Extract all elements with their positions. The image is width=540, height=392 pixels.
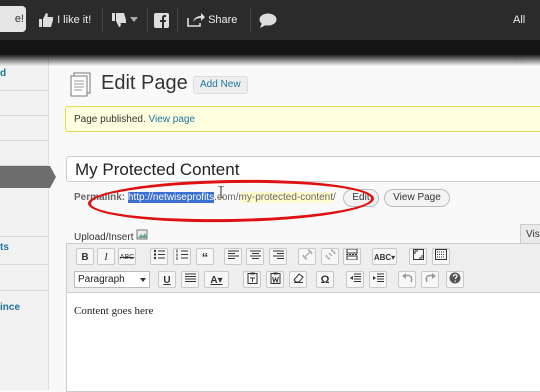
format-select[interactable]: Paragraph [74, 271, 150, 288]
text-color-button[interactable]: A▾ [204, 271, 229, 288]
align-right-button[interactable] [269, 248, 287, 265]
special-character-button[interactable]: Ω [316, 271, 334, 288]
share-label: Share [208, 14, 238, 26]
spellcheck-button[interactable]: ABC▾ [372, 248, 397, 265]
underline-button[interactable]: U [158, 271, 176, 288]
align-center-icon [249, 250, 261, 259]
bar-divider [250, 8, 251, 32]
post-title-input[interactable]: My Protected Content [66, 156, 540, 182]
kitchen-sink-icon [435, 249, 447, 260]
page-title: Edit Page [101, 72, 188, 94]
align-right-icon [272, 250, 284, 259]
social-share-bar: e! I like it! Share All Int [0, 0, 540, 66]
format-select-value: Paragraph [78, 274, 125, 285]
top-shadow-band [0, 40, 540, 66]
align-center-button[interactable] [246, 248, 264, 265]
unlink-icon [324, 249, 336, 260]
add-media-icon[interactable] [136, 229, 149, 240]
bar-divider [177, 8, 178, 32]
unlink-button[interactable] [321, 248, 339, 265]
facebook-button[interactable] [154, 0, 169, 40]
numbered-list-button[interactable] [173, 248, 191, 265]
sidebar-divider [0, 115, 48, 116]
redo-button[interactable] [421, 271, 439, 288]
sidebar-item-pages-active[interactable] [0, 166, 50, 188]
sidebar-divider [0, 140, 48, 141]
speech-bubble-icon [259, 13, 277, 28]
facebook-icon [154, 12, 169, 28]
strikethrough-button[interactable]: ABC [118, 248, 136, 265]
comment-button[interactable] [259, 0, 277, 40]
pages-icon [70, 72, 91, 97]
sidebar-item-posts[interactable]: ts [0, 242, 48, 253]
redo-icon [425, 273, 436, 283]
clear-formatting-button[interactable] [289, 271, 307, 288]
bullet-list-button[interactable] [150, 248, 168, 265]
add-new-button[interactable]: Add New [193, 76, 248, 94]
paste-text-button[interactable] [243, 271, 261, 288]
thumbs-up-icon [39, 13, 53, 28]
admin-sidebar: d ts ince [0, 40, 49, 390]
notice-text: Page published. [74, 114, 146, 125]
eraser-icon [292, 273, 304, 283]
numbered-list-icon [176, 249, 188, 260]
highlight-oval-annotation [87, 177, 375, 225]
blockquote-button[interactable]: “ [196, 248, 214, 265]
paste-word-button[interactable] [266, 271, 284, 288]
help-icon [449, 272, 461, 284]
view-page-button[interactable]: View Page [384, 189, 450, 207]
sidebar-divider [0, 236, 48, 237]
read-more-icon [346, 248, 358, 261]
dislike-button[interactable] [111, 0, 139, 40]
view-page-link[interactable]: View page [149, 114, 196, 125]
align-left-icon [227, 250, 239, 259]
insert-more-button[interactable] [343, 248, 361, 265]
sidebar-item-appearance[interactable]: ince [0, 302, 48, 313]
fullscreen-icon [412, 249, 424, 260]
upload-insert-label: Upload/Insert [74, 232, 134, 243]
like-button[interactable]: I like it! [38, 0, 91, 40]
all-internet-link[interactable]: All Int [513, 0, 540, 66]
undo-icon [401, 273, 412, 283]
align-justify-icon [184, 273, 196, 282]
paste-word-icon [270, 272, 280, 284]
sidebar-divider [0, 90, 48, 91]
kitchen-sink-button[interactable] [432, 248, 450, 265]
indent-icon [372, 273, 384, 282]
sidebar-item-dashboard[interactable]: d [0, 68, 48, 79]
share-arrow-icon [187, 13, 205, 27]
update-notice: Page published. View page [65, 106, 540, 132]
sidebar-divider [0, 290, 48, 291]
like-label: I like it! [57, 14, 92, 26]
insert-link-button[interactable] [298, 248, 316, 265]
bullet-list-icon [153, 249, 165, 260]
editor-content[interactable]: Content goes here [74, 305, 153, 317]
undo-button[interactable] [398, 271, 416, 288]
bar-divider [147, 8, 148, 32]
indent-button[interactable] [369, 271, 387, 288]
help-button[interactable] [446, 271, 464, 288]
outdent-icon [349, 273, 361, 282]
share-button[interactable]: Share [187, 0, 237, 40]
upload-insert[interactable]: Upload/Insert [74, 229, 149, 243]
outdent-button[interactable] [346, 271, 364, 288]
bold-button[interactable]: B [76, 248, 94, 265]
bar-divider [102, 8, 103, 32]
chevron-down-icon [130, 17, 139, 23]
justify-button[interactable] [181, 271, 199, 288]
italic-button[interactable]: I [97, 248, 115, 265]
thumbs-down-icon [112, 13, 126, 28]
tab-visual[interactable]: Visu [520, 224, 540, 245]
active-indicator-arrow [50, 166, 56, 188]
link-icon [301, 249, 313, 260]
paste-text-icon [247, 272, 257, 284]
align-left-button[interactable] [224, 248, 242, 265]
chevron-down-icon [140, 278, 146, 282]
fullscreen-button[interactable] [409, 248, 427, 265]
text-cursor-icon [218, 186, 224, 198]
left-bar-button[interactable]: e! [0, 6, 26, 32]
sidebar-divider [0, 264, 48, 265]
